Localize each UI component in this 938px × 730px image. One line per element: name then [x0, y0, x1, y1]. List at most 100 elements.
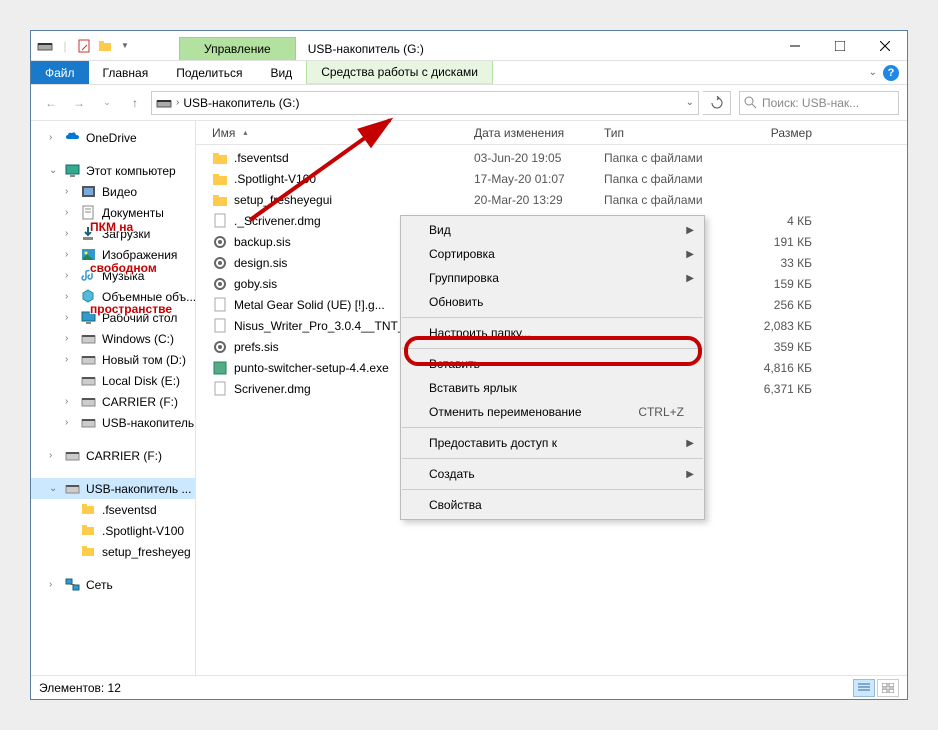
nav-carrier-f[interactable]: ›CARRIER (F:) [31, 391, 195, 412]
ctx-undo-rename[interactable]: Отменить переименованиеCTRL+Z [401, 400, 704, 424]
ctx-shortcut: CTRL+Z [638, 405, 684, 419]
address-bar[interactable]: › USB-накопитель (G:) ⌄ [151, 91, 699, 115]
breadcrumb-chevron[interactable]: › [176, 97, 179, 108]
file-size: 191 КБ [728, 235, 818, 249]
file-name: ._Scrivener.dmg [234, 214, 321, 228]
status-item-count: Элементов: 12 [39, 681, 121, 695]
nav-onedrive[interactable]: ›OneDrive [31, 127, 195, 148]
nav-downloads[interactable]: ›Загрузки [31, 223, 195, 244]
ctx-view[interactable]: Вид▶ [401, 218, 704, 242]
ctx-paste[interactable]: Вставить [401, 352, 704, 376]
ctx-sort[interactable]: Сортировка▶ [401, 242, 704, 266]
nav-setup-fresh[interactable]: setup_fresheyeg [31, 541, 195, 562]
qa-properties-icon[interactable] [77, 38, 93, 54]
file-size: 2,083 КБ [728, 319, 818, 333]
ribbon-tab-share[interactable]: Поделиться [162, 61, 256, 84]
column-name[interactable]: Имя▴ [206, 126, 468, 140]
column-type[interactable]: Тип [598, 126, 728, 140]
manage-tab[interactable]: Управление [179, 37, 296, 60]
navigation-pane[interactable]: ›OneDrive ⌄Этот компьютер ›Видео ›Докуме… [31, 121, 196, 675]
nav-desktop[interactable]: ›Рабочий стол [31, 307, 195, 328]
ctx-separator [402, 458, 703, 459]
qa-dropdown-icon[interactable]: ▼ [117, 38, 133, 54]
nav-windows-c[interactable]: ›Windows (C:) [31, 328, 195, 349]
status-bar: Элементов: 12 [31, 675, 907, 699]
nav-new-vol-d[interactable]: ›Новый том (D:) [31, 349, 195, 370]
ctx-paste-shortcut[interactable]: Вставить ярлык [401, 376, 704, 400]
file-name: goby.sis [234, 277, 277, 291]
forward-button[interactable]: → [67, 91, 91, 115]
sort-indicator-icon: ▴ [243, 128, 247, 137]
nav-usb-g[interactable]: ›USB-накопитель ... [31, 412, 195, 433]
breadcrumb-dropdown-icon[interactable]: ⌄ [686, 97, 694, 108]
details-view-button[interactable] [853, 679, 875, 697]
file-name: backup.sis [234, 235, 291, 249]
nav-documents[interactable]: ›Документы [31, 202, 195, 223]
quick-access-toolbar: | ▼ [31, 38, 139, 54]
back-button[interactable]: ← [39, 91, 63, 115]
file-size: 33 КБ [728, 256, 818, 270]
drive-icon [156, 95, 172, 111]
ribbon-expand-icon[interactable]: ⌄ [869, 67, 877, 78]
context-menu: Вид▶ Сортировка▶ Группировка▶ Обновить Н… [400, 215, 705, 520]
ribbon-right-controls: ⌄ ? [869, 61, 907, 84]
ribbon-tab-view[interactable]: Вид [256, 61, 306, 84]
file-date: 20-Mar-20 13:29 [468, 193, 598, 207]
column-date[interactable]: Дата изменения [468, 126, 598, 140]
file-type: Папка с файлами [598, 193, 728, 207]
search-icon [744, 96, 758, 110]
file-date: 03-Jun-20 19:05 [468, 151, 598, 165]
nav-fseventsd[interactable]: .fseventsd [31, 499, 195, 520]
ctx-separator [402, 489, 703, 490]
ctx-separator [402, 348, 703, 349]
ctx-create[interactable]: Создать▶ [401, 462, 704, 486]
file-row[interactable]: setup_fresheyegui20-Mar-20 13:29Папка с … [196, 189, 907, 210]
up-button[interactable]: ↑ [123, 91, 147, 115]
breadcrumb-segment[interactable]: USB-накопитель (G:) [183, 96, 299, 110]
file-name: Metal Gear Solid (UE) [!].g... [234, 298, 385, 312]
minimize-button[interactable] [772, 31, 817, 60]
thumbnails-view-button[interactable] [877, 679, 899, 697]
file-type: Папка с файлами [598, 172, 728, 186]
file-size: 4 КБ [728, 214, 818, 228]
ribbon-tab-home[interactable]: Главная [89, 61, 163, 84]
nav-carrier-f-root[interactable]: ›CARRIER (F:) [31, 445, 195, 466]
help-icon[interactable]: ? [883, 65, 899, 81]
close-button[interactable] [862, 31, 907, 60]
ctx-group[interactable]: Группировка▶ [401, 266, 704, 290]
submenu-arrow-icon: ▶ [686, 273, 694, 284]
nav-local-e[interactable]: Local Disk (E:) [31, 370, 195, 391]
submenu-arrow-icon: ▶ [686, 225, 694, 236]
ctx-give-access[interactable]: Предоставить доступ к▶ [401, 431, 704, 455]
ctx-refresh[interactable]: Обновить [401, 290, 704, 314]
maximize-button[interactable] [817, 31, 862, 60]
search-placeholder: Поиск: USB-нак... [762, 96, 859, 110]
file-size: 4,816 КБ [728, 361, 818, 375]
nav-network[interactable]: ›Сеть [31, 574, 195, 595]
file-row[interactable]: .fseventsd03-Jun-20 19:05Папка с файлами [196, 147, 907, 168]
nav-spotlight[interactable]: .Spotlight-V100 [31, 520, 195, 541]
address-bar-row: ← → ⌄ ↑ › USB-накопитель (G:) ⌄ Поиск: U… [31, 85, 907, 121]
nav-this-pc[interactable]: ⌄Этот компьютер [31, 160, 195, 181]
file-row[interactable]: .Spotlight-V10017-May-20 01:07Папка с фа… [196, 168, 907, 189]
nav-pictures[interactable]: ›Изображения [31, 244, 195, 265]
refresh-button[interactable] [703, 91, 731, 115]
ribbon-tab-disk-tools[interactable]: Средства работы с дисками [306, 61, 493, 84]
ribbon-tab-file[interactable]: Файл [31, 61, 89, 84]
file-name: .fseventsd [234, 151, 289, 165]
search-box[interactable]: Поиск: USB-нак... [739, 91, 899, 115]
nav-videos[interactable]: ›Видео [31, 181, 195, 202]
qa-newfolder-icon[interactable] [97, 38, 113, 54]
drive-icon [37, 38, 53, 54]
column-size[interactable]: Размер [728, 126, 818, 140]
ctx-customize-folder[interactable]: Настроить папку... [401, 321, 704, 345]
submenu-arrow-icon: ▶ [686, 438, 694, 449]
recent-dropdown[interactable]: ⌄ [95, 91, 119, 115]
nav-3d-objects[interactable]: ›Объемные объ... [31, 286, 195, 307]
nav-usb-g-root[interactable]: ⌄USB-накопитель ... [31, 478, 195, 499]
window-title: USB-накопитель (G:) [296, 38, 436, 60]
submenu-arrow-icon: ▶ [686, 249, 694, 260]
nav-music[interactable]: ›Музыка [31, 265, 195, 286]
file-size: 6,371 КБ [728, 382, 818, 396]
ctx-properties[interactable]: Свойства [401, 493, 704, 517]
